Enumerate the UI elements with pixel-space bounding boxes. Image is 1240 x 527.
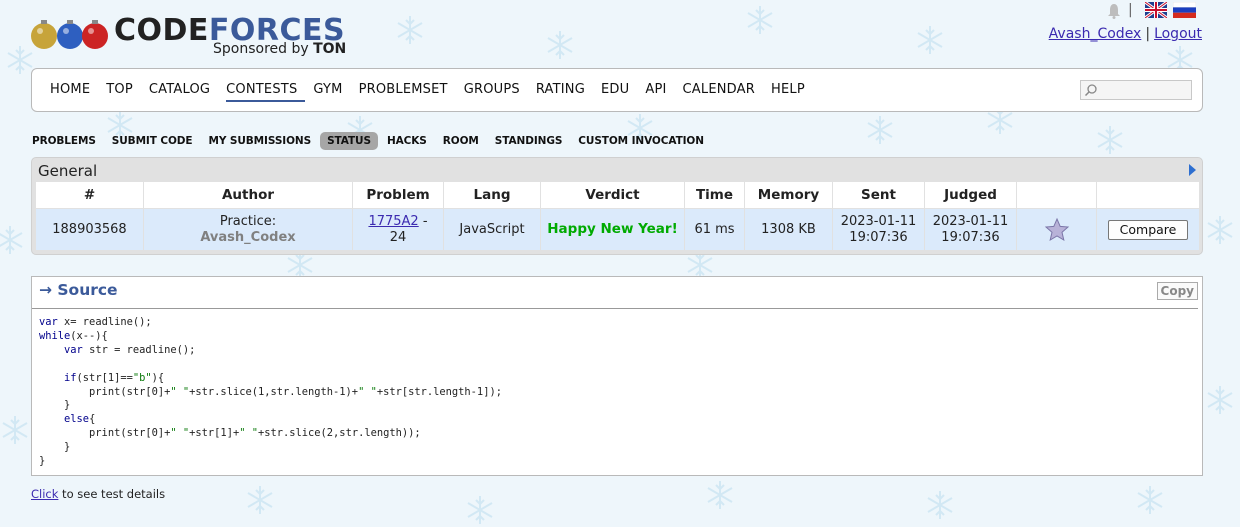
menu-item-help[interactable]: HELP xyxy=(771,82,813,102)
column-header: Verdict xyxy=(540,182,685,209)
star-icon[interactable] xyxy=(1044,217,1070,243)
problem-link[interactable]: 1775A2 xyxy=(368,214,418,229)
menu-item-home[interactable]: HOME xyxy=(50,82,98,102)
problem-name: 24 xyxy=(389,229,407,245)
submenu-item-status[interactable]: STATUS xyxy=(320,132,378,150)
logout-link[interactable]: Logout xyxy=(1154,26,1202,42)
uk-flag-icon[interactable] xyxy=(1145,2,1167,18)
sent-cell: 2023-01-11 19:07:36 xyxy=(832,208,925,250)
column-header: Sent xyxy=(832,182,925,209)
author-handle-link[interactable]: Avash_Codex xyxy=(148,230,348,246)
problem-suffix: - xyxy=(418,213,428,229)
submenu-item-my-submissions[interactable]: MY SUBMISSIONS xyxy=(201,132,318,150)
memory-cell: 1308 KB xyxy=(744,208,833,250)
column-header: Problem xyxy=(352,182,444,209)
column-header: Author xyxy=(143,182,353,209)
lang-cell: JavaScript xyxy=(443,208,541,250)
source-code: var x= readline(); while(x--){ var str =… xyxy=(39,316,502,468)
submenu-item-standings[interactable]: STANDINGS xyxy=(488,132,570,150)
ru-flag-icon[interactable] xyxy=(1173,2,1196,18)
column-header: # xyxy=(36,182,144,209)
contest-submenu: PROBLEMS SUBMIT CODE MY SUBMISSIONS STATUS H… xyxy=(31,132,713,150)
table-header-row: # Author Problem Lang Verdict Time Memor… xyxy=(36,182,1199,209)
menu-item-edu[interactable]: EDU xyxy=(601,82,637,102)
verdict-text: Happy New Year! xyxy=(547,221,678,237)
verdict-cell: Happy New Year! xyxy=(540,208,685,250)
source-title: → Source xyxy=(39,281,118,299)
menu-item-api[interactable]: API xyxy=(645,82,674,102)
time-cell: 61 ms xyxy=(684,208,745,250)
column-header: Lang xyxy=(443,182,541,209)
separator: | xyxy=(1128,2,1133,18)
code-area[interactable]: var x= readline(); while(x--){ var str =… xyxy=(32,308,1198,472)
favorite-cell xyxy=(1016,208,1097,250)
submission-id: 188903568 xyxy=(36,208,144,250)
column-header: Memory xyxy=(744,182,833,209)
christmas-balls-icon xyxy=(31,20,108,49)
table-row: 188903568 Practice: Avash_Codex 1775A2 -… xyxy=(36,208,1199,250)
menu-item-catalog[interactable]: CATALOG xyxy=(149,82,218,102)
test-details-line: Click to see test details xyxy=(31,487,165,501)
codeforces-logo[interactable]: CODEFORCES Sponsored by TON xyxy=(30,14,350,60)
submenu-item-custom-invocation[interactable]: CUSTOM INVOCATION xyxy=(571,132,711,150)
submission-table: # Author Problem Lang Verdict Time Memor… xyxy=(36,182,1199,250)
source-panel: → Source Copy var x= readline(); while(x… xyxy=(31,276,1203,476)
compare-button[interactable]: Compare xyxy=(1108,219,1188,240)
judged-time: 19:07:36 xyxy=(941,229,1000,245)
menu-item-problemset[interactable]: PROBLEMSET xyxy=(359,82,456,102)
header-account-area: | Avash_Codex | Logout xyxy=(1032,0,1202,50)
bell-icon[interactable] xyxy=(1106,3,1122,19)
menu-item-contests[interactable]: CONTESTS xyxy=(226,82,306,102)
separator: | xyxy=(1145,26,1151,42)
compare-cell: Compare xyxy=(1096,208,1199,250)
submenu-item-hacks[interactable]: HACKS xyxy=(380,132,434,150)
problem-cell: 1775A2 - 24 xyxy=(352,208,444,250)
search-input[interactable] xyxy=(1080,80,1192,100)
submenu-item-problems[interactable]: PROBLEMS xyxy=(31,132,103,150)
menu-item-calendar[interactable]: CALENDAR xyxy=(683,82,763,102)
judged-cell: 2023-01-11 19:07:36 xyxy=(924,208,1017,250)
menu-item-rating[interactable]: RATING xyxy=(536,82,593,102)
author-cell: Practice: Avash_Codex xyxy=(143,208,353,250)
general-title: General xyxy=(38,162,98,180)
sent-time: 19:07:36 xyxy=(849,229,908,245)
sent-date: 2023-01-11 xyxy=(840,213,917,229)
search-icon xyxy=(1084,84,1097,97)
main-menu: HOME TOP CATALOG CONTESTS GYM PROBLEMSET GROUP… xyxy=(31,68,1203,112)
submenu-item-submit-code[interactable]: SUBMIT CODE xyxy=(105,132,200,150)
general-panel: General # Author Problem Lang Verdict Ti… xyxy=(31,157,1203,255)
sponsor-text: Sponsored by TON xyxy=(213,41,347,57)
menu-item-gym[interactable]: GYM xyxy=(313,82,350,102)
arrow-right-icon[interactable] xyxy=(1188,163,1197,177)
profile-link[interactable]: Avash_Codex xyxy=(1049,26,1142,42)
column-header xyxy=(1016,182,1097,209)
column-header xyxy=(1096,182,1199,209)
judged-date: 2023-01-11 xyxy=(932,213,1009,229)
author-prefix: Practice: xyxy=(219,213,277,229)
menu-item-groups[interactable]: GROUPS xyxy=(464,82,528,102)
test-details-link[interactable]: Click xyxy=(31,487,58,501)
user-links: Avash_Codex | Logout xyxy=(1049,26,1202,42)
column-header: Judged xyxy=(924,182,1017,209)
column-header: Time xyxy=(684,182,745,209)
submenu-item-room[interactable]: ROOM xyxy=(436,132,486,150)
main-menu-list: HOME TOP CATALOG CONTESTS GYM PROBLEMSET GROUP… xyxy=(50,82,821,102)
menu-item-top[interactable]: TOP xyxy=(106,82,141,102)
copy-button[interactable]: Copy xyxy=(1156,282,1198,300)
test-details-text: to see test details xyxy=(58,487,166,501)
